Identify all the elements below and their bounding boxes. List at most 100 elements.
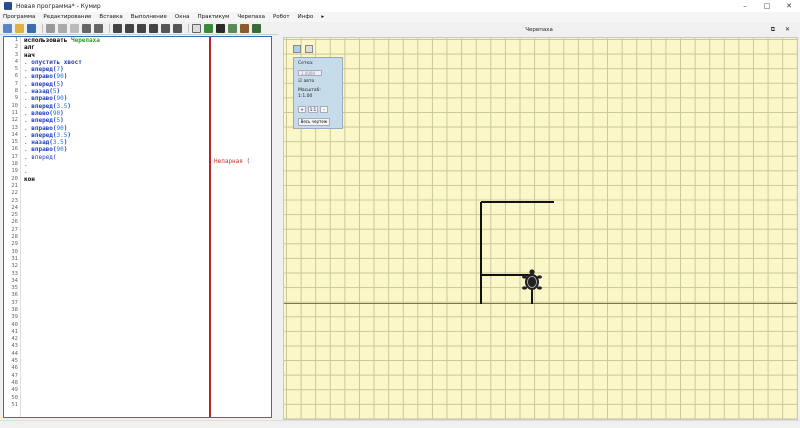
scale-label: Масштаб: bbox=[298, 88, 321, 93]
minimize-button[interactable]: – bbox=[734, 0, 756, 12]
whole-drawing-button[interactable]: Весь чертеж bbox=[298, 118, 330, 126]
robot-icon[interactable] bbox=[216, 23, 225, 33]
line-number: 49 bbox=[11, 387, 18, 394]
zoom-in-button[interactable]: + bbox=[298, 106, 306, 113]
close-icon[interactable]: ✕ bbox=[785, 26, 794, 33]
code-token: ) bbox=[63, 139, 68, 147]
code-token: ) bbox=[67, 131, 71, 139]
line-number: 1 bbox=[14, 37, 18, 43]
zoom-out-button[interactable]: - bbox=[320, 106, 328, 113]
house-icon[interactable] bbox=[240, 23, 249, 33]
code-token: вперед( bbox=[31, 117, 57, 125]
step-out-icon[interactable] bbox=[161, 23, 170, 33]
editor-margin-line bbox=[209, 37, 211, 417]
line-number: 46 bbox=[11, 365, 18, 372]
canvas-grid bbox=[284, 38, 797, 419]
turtle-icon[interactable] bbox=[252, 23, 261, 33]
grid-window-icon[interactable] bbox=[192, 23, 201, 33]
menu-more-icon[interactable]: ▸ bbox=[321, 14, 324, 20]
code-line: . bbox=[24, 161, 209, 168]
code-token: вправо( bbox=[31, 124, 57, 132]
toolbar-separator bbox=[109, 23, 110, 33]
line-number: 45 bbox=[11, 358, 18, 365]
run-icon[interactable] bbox=[113, 23, 122, 33]
line-number: 40 bbox=[11, 321, 18, 328]
code-editor[interactable]: 1 2 3 4 5 6 7 8 9 10 11 12 13 14 15 16 17 18 19 20 21 22 23 24 2… bbox=[3, 36, 272, 418]
line-number: 3 bbox=[14, 51, 18, 58]
step-into-icon[interactable] bbox=[149, 23, 158, 33]
menu-program[interactable]: Программа bbox=[3, 14, 35, 20]
step-label: Сетка: bbox=[298, 61, 314, 66]
line-number: 23 bbox=[11, 197, 18, 204]
menu-edit[interactable]: Редактирование bbox=[43, 14, 91, 20]
code-token: алг bbox=[24, 44, 35, 52]
robot-field-icon[interactable] bbox=[204, 23, 213, 33]
step-over-icon[interactable] bbox=[137, 23, 146, 33]
code-line: . вправо(90) bbox=[24, 146, 209, 153]
code-token: ) bbox=[60, 80, 64, 88]
code-token: влево( bbox=[31, 109, 53, 117]
line-number: 51 bbox=[11, 401, 18, 408]
undo-icon[interactable] bbox=[82, 23, 91, 33]
panel-toggle-icon[interactable] bbox=[293, 45, 301, 53]
toolbar-separator bbox=[42, 23, 43, 33]
redo-icon[interactable] bbox=[94, 23, 103, 33]
code-line: . вперед(5) bbox=[24, 117, 209, 124]
line-number: 33 bbox=[11, 270, 18, 277]
line-number: 2 bbox=[14, 44, 18, 51]
cut-icon[interactable] bbox=[46, 23, 55, 33]
turtle-icon bbox=[522, 269, 543, 294]
menu-practicum[interactable]: Практикум bbox=[198, 14, 230, 20]
draw-icon[interactable] bbox=[228, 23, 237, 33]
code-area[interactable]: использовать Черепаха алг нач. опустить хв… bbox=[24, 37, 209, 183]
code-line: . вправо(90) bbox=[24, 73, 209, 80]
line-number: 11 bbox=[11, 109, 18, 116]
code-line: кон bbox=[24, 176, 209, 183]
drawn-segment bbox=[481, 200, 554, 203]
zoom-reset-button[interactable]: 1:1 bbox=[308, 106, 318, 113]
code-token: вперед( bbox=[31, 66, 57, 74]
code-line: . опустить хвост bbox=[24, 59, 209, 66]
code-token: вперед( bbox=[31, 80, 57, 88]
line-number: 8 bbox=[14, 88, 18, 95]
code-token: 3.5 bbox=[52, 139, 64, 147]
undock-icon[interactable]: ⧉ bbox=[771, 26, 779, 33]
stop-icon[interactable] bbox=[173, 23, 182, 33]
code-token: кон bbox=[24, 175, 35, 183]
new-file-icon[interactable] bbox=[3, 23, 12, 33]
menu-run[interactable]: Выполнение bbox=[131, 14, 167, 20]
auto-checkbox[interactable]: ☑ авто bbox=[298, 79, 314, 84]
code-token: 90 bbox=[56, 146, 64, 154]
code-line: . вправо(90) bbox=[24, 125, 209, 132]
turtle-window-title: Черепаха bbox=[525, 27, 553, 33]
menu-windows[interactable]: Окна bbox=[175, 14, 190, 20]
copy-icon[interactable] bbox=[58, 23, 67, 33]
line-number: 4 bbox=[14, 58, 18, 65]
panel-mode-icon[interactable] bbox=[304, 45, 313, 53]
menu-robot[interactable]: Робот bbox=[273, 14, 290, 20]
save-icon[interactable] bbox=[27, 23, 36, 33]
paste-icon[interactable] bbox=[70, 23, 79, 33]
open-file-icon[interactable] bbox=[15, 23, 24, 33]
close-button[interactable]: ✕ bbox=[778, 0, 800, 12]
step-input[interactable]: 1.0000 bbox=[298, 70, 322, 76]
maximize-button[interactable]: □ bbox=[756, 0, 778, 12]
panel-mode-buttons bbox=[293, 45, 315, 55]
line-number: 29 bbox=[11, 241, 18, 248]
turtle-window-controls: ⧉ ✕ bbox=[771, 24, 794, 36]
menu-insert[interactable]: Вставка bbox=[99, 14, 122, 20]
turtle-canvas[interactable]: Сетка: 1.0000 ☑ авто Масштаб: 1:1.00 + 1… bbox=[283, 37, 798, 420]
run-fast-icon[interactable] bbox=[125, 23, 134, 33]
code-token: вперед( bbox=[31, 131, 57, 139]
line-number: 47 bbox=[11, 372, 18, 379]
code-line: . вправо(90) bbox=[24, 95, 209, 102]
line-number: 5 bbox=[14, 66, 18, 73]
code-token: ) bbox=[63, 124, 68, 132]
line-number: 30 bbox=[11, 248, 18, 255]
code-token: 90 bbox=[56, 73, 64, 81]
code-token: Черепаха bbox=[70, 37, 100, 44]
menu-turtle[interactable]: Черепаха bbox=[237, 14, 265, 20]
turtle-window-header: Черепаха ⧉ ✕ bbox=[278, 24, 800, 36]
scale-value: 1:1.00 bbox=[298, 94, 313, 99]
menu-info[interactable]: Инфо bbox=[298, 14, 314, 20]
